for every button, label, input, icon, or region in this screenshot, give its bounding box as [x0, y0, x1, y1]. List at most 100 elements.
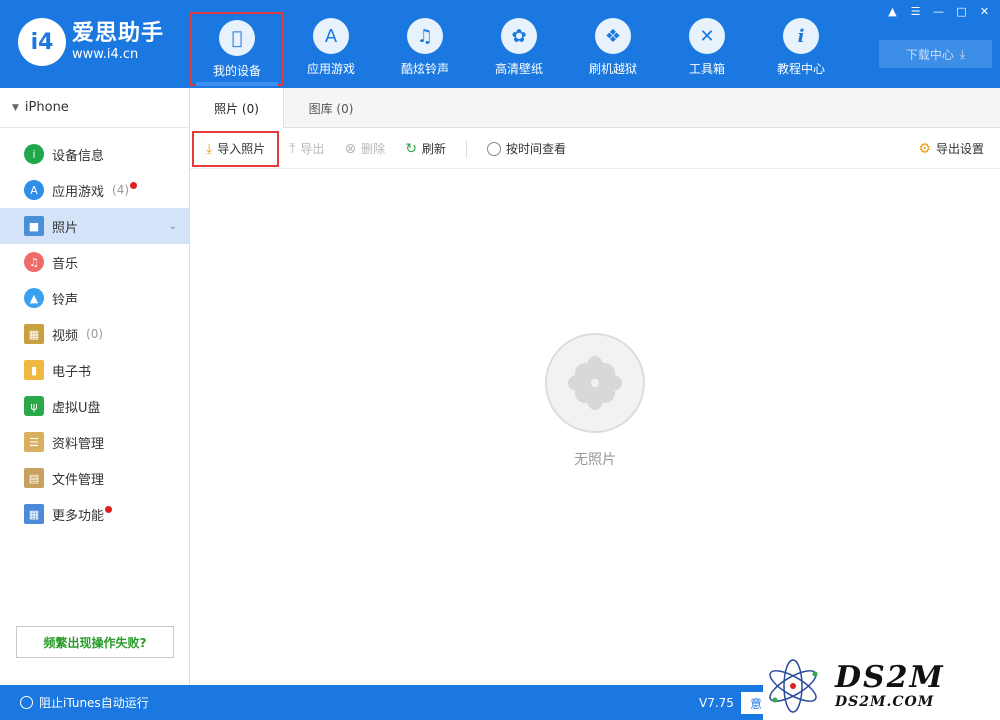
close-icon[interactable]: ✕: [975, 3, 994, 19]
sidebar-item-more[interactable]: ▦ 更多功能: [0, 496, 189, 532]
delete-label: 删除: [361, 142, 386, 156]
sidebar-item-ebooks[interactable]: ▮ 电子书: [0, 352, 189, 388]
window-controls: ▲ ☰ — □ ✕: [883, 3, 994, 19]
info-icon: i: [783, 18, 819, 54]
music-icon: ♫: [24, 252, 44, 272]
view-by-time-label: 按时间查看: [505, 142, 566, 156]
apple-icon: : [219, 20, 255, 56]
toolbar-divider: [465, 139, 467, 158]
sidebar: ▼ iPhone i 设备信息 A 应用游戏 (4) ■ 照片 ⌄ ♫ 音乐 ▲…: [0, 88, 190, 685]
watermark-url: DS2M.COM: [835, 694, 935, 710]
device-selector[interactable]: ▼ iPhone: [0, 88, 189, 128]
block-itunes-toggle[interactable]: 阻止iTunes自动运行: [20, 685, 149, 720]
sidebar-item-label: 虚拟U盘: [52, 400, 101, 416]
nav-tutorials[interactable]: i 教程中心: [754, 0, 848, 88]
sidebar-item-label: 应用游戏: [52, 184, 105, 200]
sidebar-item-ringtones[interactable]: ▲ 铃声: [0, 280, 189, 316]
contacts-icon: ☰: [24, 432, 44, 452]
app-name: 爱思助手: [72, 21, 165, 46]
photos-flower-icon: [545, 333, 645, 433]
export-settings-label: 导出设置: [935, 142, 984, 156]
nav-toolbox[interactable]: ✕ 工具箱: [660, 0, 754, 88]
sidebar-item-label: 电子书: [52, 364, 92, 380]
export-label: 导出: [300, 142, 325, 156]
import-photos-button[interactable]: ⤓ 导入照片: [192, 130, 280, 167]
nav-flash-jailbreak[interactable]: ❖ 刷机越狱: [566, 0, 660, 88]
nav-label: 我的设备: [212, 64, 261, 78]
menu-icon[interactable]: ☰: [906, 3, 925, 19]
logo-mark: i4: [18, 18, 66, 66]
app-url: www.i4.cn: [72, 47, 139, 62]
nav-wallpapers[interactable]: ✿ 高清壁纸: [472, 0, 566, 88]
app-logo: i4 爱思助手 www.i4.cn: [18, 18, 164, 66]
sidebar-item-label: 更多功能: [52, 508, 105, 524]
refresh-icon: ↻: [405, 140, 417, 157]
help-button[interactable]: 频繁出现操作失败?: [16, 626, 174, 658]
watermark-title: DS2M: [835, 660, 945, 695]
main-nav:  我的设备 A 应用游戏 ♫ 酷炫铃声 ✿ 高清壁纸 ❖ 刷机越狱 ✕ 工具箱…: [190, 0, 848, 88]
delete-button[interactable]: ⊗ 删除: [334, 131, 395, 167]
sidebar-item-label: 资料管理: [52, 436, 105, 452]
skin-icon[interactable]: ▲: [883, 3, 902, 19]
export-settings-button[interactable]: ⚙ 导出设置: [908, 131, 994, 167]
empty-state: 无照片: [545, 333, 645, 469]
grid-icon: ▦: [24, 504, 44, 524]
device-name: iPhone: [24, 100, 69, 115]
tab-photos[interactable]: 照片 (0): [190, 88, 284, 128]
bell-icon: ▲: [24, 288, 44, 308]
nav-my-device[interactable]:  我的设备: [190, 12, 284, 86]
tab-bar: 照片 (0) 图库 (0): [190, 88, 1000, 128]
chevron-down-icon: ⌄: [168, 220, 177, 232]
nav-apps-games[interactable]: A 应用游戏: [284, 0, 378, 88]
download-center-button[interactable]: 下载中心 ⤓: [879, 40, 992, 68]
sidebar-item-data-management[interactable]: ☰ 资料管理: [0, 424, 189, 460]
app-store-icon: A: [313, 18, 349, 54]
sidebar-item-virtual-usb[interactable]: ψ 虚拟U盘: [0, 388, 189, 424]
file-icon: ▤: [24, 468, 44, 488]
radio-icon: [486, 141, 501, 156]
sidebar-item-video[interactable]: ▦ 视频 (0): [0, 316, 189, 352]
view-by-time-toggle[interactable]: 按时间查看: [477, 131, 576, 167]
block-itunes-label: 阻止iTunes自动运行: [39, 696, 149, 710]
export-icon: ⤒: [289, 140, 296, 157]
info-icon: i: [24, 144, 44, 164]
notification-dot: [130, 181, 138, 189]
sidebar-item-music[interactable]: ♫ 音乐: [0, 244, 189, 280]
tools-icon: ✕: [689, 18, 725, 54]
version-label: V7.75: [699, 695, 734, 710]
toolbar: ⤓ 导入照片 ⤒ 导出 ⊗ 删除 ↻ 刷新 按时间查看 ⚙ 导出设置: [190, 129, 1000, 169]
refresh-button[interactable]: ↻ 刷新: [395, 131, 456, 167]
nav-label: 工具箱: [688, 62, 725, 76]
dropbox-icon: ❖: [595, 18, 631, 54]
download-center-label: 下载中心: [905, 47, 954, 62]
nav-label: 酷炫铃声: [400, 62, 449, 76]
book-icon: ▮: [24, 360, 44, 380]
usb-icon: ψ: [24, 396, 44, 416]
minimize-icon[interactable]: —: [929, 3, 948, 19]
delete-icon: ⊗: [344, 140, 357, 157]
sidebar-item-label: 设备信息: [52, 148, 105, 164]
nav-ringtones[interactable]: ♫ 酷炫铃声: [378, 0, 472, 88]
app-store-icon: A: [24, 180, 44, 200]
tab-gallery[interactable]: 图库 (0): [284, 88, 378, 128]
photo-icon: ■: [24, 216, 44, 236]
refresh-label: 刷新: [421, 142, 446, 156]
flower-icon: ✿: [501, 18, 537, 54]
export-button[interactable]: ⤒ 导出: [279, 131, 334, 167]
sidebar-item-file-management[interactable]: ▤ 文件管理: [0, 460, 189, 496]
title-bar: i4 爱思助手 www.i4.cn  我的设备 A 应用游戏 ♫ 酷炫铃声 ✿…: [0, 0, 1000, 88]
sidebar-item-photos[interactable]: ■ 照片 ⌄: [0, 208, 189, 244]
sidebar-item-device-info[interactable]: i 设备信息: [0, 136, 189, 172]
sidebar-item-label: 文件管理: [52, 472, 105, 488]
watermark: DS2M DS2M.COM: [763, 652, 1000, 720]
sidebar-list: i 设备信息 A 应用游戏 (4) ■ 照片 ⌄ ♫ 音乐 ▲ 铃声 ▦ 视频 …: [0, 128, 189, 532]
nav-label: 应用游戏: [306, 62, 355, 76]
radio-icon: [20, 696, 33, 709]
gear-icon: ⚙: [918, 140, 931, 157]
sidebar-item-count: (0): [86, 327, 104, 341]
sidebar-item-apps[interactable]: A 应用游戏 (4): [0, 172, 189, 208]
download-icon: ⤓: [959, 46, 966, 61]
sidebar-item-label: 视频: [52, 328, 79, 344]
sidebar-item-count: (4): [112, 183, 130, 197]
maximize-icon[interactable]: □: [952, 3, 971, 19]
